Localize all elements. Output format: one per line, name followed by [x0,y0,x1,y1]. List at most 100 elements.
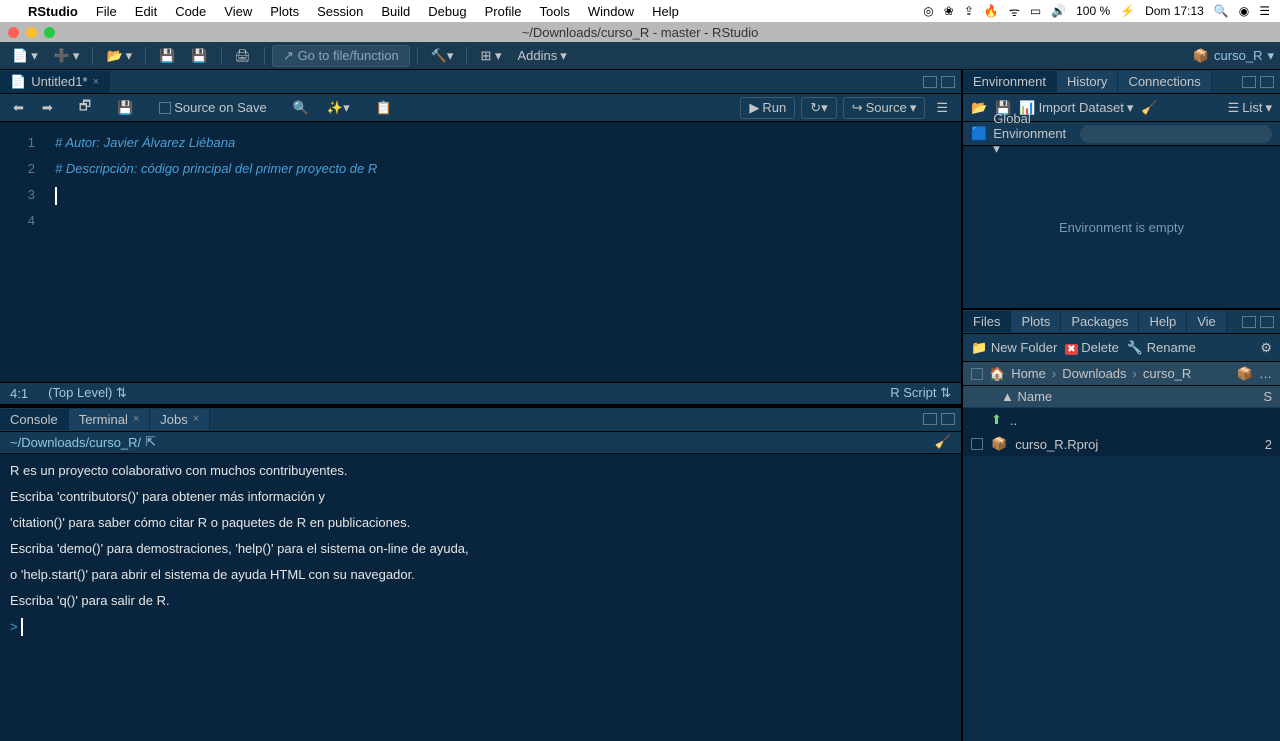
spotlight-icon[interactable]: 🔍 [1214,4,1229,18]
project-menu[interactable]: 📦curso_R ▾ [1193,48,1274,64]
minimize-window-button[interactable] [26,27,37,38]
env-empty-message: Environment is empty [963,146,1280,308]
env-search-input[interactable] [1080,125,1272,143]
source-button[interactable]: ↪ Source ▾ [843,97,926,119]
cursor-position[interactable]: 4:1 [10,386,28,401]
close-window-button[interactable] [8,27,19,38]
run-button[interactable]: ▶ Run [740,97,795,119]
viewer-tab[interactable]: Vie [1187,311,1227,332]
r-icon[interactable]: 🟦 [971,126,987,142]
maximize-pane-button[interactable] [1260,76,1274,88]
project-icon: 📦 [1237,366,1253,382]
list-view-button[interactable]: ☰ List ▾ [1228,100,1272,116]
source-tab[interactable]: 📄 Untitled1* × [0,71,110,93]
minimize-pane-button[interactable] [923,76,937,88]
outline-button[interactable]: ☰ [931,97,953,119]
minimize-pane-button[interactable] [923,413,937,425]
menu-code[interactable]: Code [175,4,206,19]
file-row-up[interactable]: ⬆ .. [963,408,1280,432]
menu-file[interactable]: File [96,4,117,19]
file-row-rproj[interactable]: 📦 curso_R.Rproj 2 [963,432,1280,456]
menu-build[interactable]: Build [381,4,410,19]
file-type-selector[interactable]: R Script ⇅ [890,385,951,401]
grid-button[interactable]: ⊞ ▾ [474,46,507,66]
new-file-button[interactable]: 📄▾ [6,46,44,66]
build-button[interactable]: 🔨▾ [425,46,460,66]
popout-icon[interactable]: ⇱ [145,434,156,450]
menu-debug[interactable]: Debug [428,4,466,19]
files-tabs: Files Plots Packages Help Vie [963,310,1280,334]
console-pane: Console Terminal × Jobs × ~/Downloads/cu… [0,406,961,741]
connections-tab[interactable]: Connections [1118,71,1211,92]
maximize-pane-button[interactable] [941,76,955,88]
minimize-pane-button[interactable] [1242,316,1256,328]
name-header[interactable]: ▲ Name [1001,389,1263,404]
goto-file-input[interactable]: ↗ Go to file/function [272,45,410,67]
terminal-tab[interactable]: Terminal × [69,409,151,430]
source-toolbar: ⬅ ➡ 🗗 💾 Source on Save 🔍 ✨▾ 📋 ▶ Run ↻▾ ↪… [0,94,961,122]
breadcrumb-downloads[interactable]: Downloads [1062,366,1126,381]
size-header[interactable]: S [1263,389,1272,404]
save-file-button[interactable]: 💾 [112,98,138,118]
console-prompt: > [10,619,18,634]
rerun-button[interactable]: ↻▾ [801,97,836,119]
dropbox-icon: ⇪ [964,4,974,18]
files-tab[interactable]: Files [963,311,1011,332]
console-tab[interactable]: Console [0,409,69,430]
plots-tab[interactable]: Plots [1011,311,1061,332]
menu-plots[interactable]: Plots [270,4,299,19]
back-button[interactable]: ⬅ [8,98,29,118]
more-button[interactable]: ⚙ [1260,340,1272,356]
source-on-save-checkbox[interactable]: Source on Save [154,98,272,117]
wand-button[interactable]: ✨▾ [322,98,355,118]
home-icon[interactable]: 🏠 [989,366,1005,382]
file-checkbox[interactable] [971,438,983,450]
addins-button[interactable]: Addins ▾ [511,46,572,66]
code-editor[interactable]: 1234 # Autor: Javier Álvarez Liébana # D… [0,122,961,382]
maximize-window-button[interactable] [44,27,55,38]
menu-edit[interactable]: Edit [135,4,157,19]
maximize-pane-button[interactable] [1260,316,1274,328]
menu-window[interactable]: Window [588,4,634,19]
clear-console-button[interactable]: 🧹 [935,434,951,450]
environment-tab[interactable]: Environment [963,71,1057,92]
breadcrumb-home[interactable]: Home [1011,366,1046,381]
menu-profile[interactable]: Profile [485,4,522,19]
app-name[interactable]: RStudio [28,4,78,19]
load-workspace-button[interactable]: 📂 [971,100,987,116]
compile-button[interactable]: 📋 [371,98,397,118]
save-all-button[interactable]: 💾 [185,46,213,66]
clear-workspace-button[interactable]: 🧹 [1141,100,1157,116]
breadcrumb-curso[interactable]: curso_R [1143,366,1191,381]
history-tab[interactable]: History [1057,71,1118,92]
minimize-pane-button[interactable] [1242,76,1256,88]
jobs-tab[interactable]: Jobs × [150,409,210,430]
select-all-checkbox[interactable] [971,368,983,380]
maximize-pane-button[interactable] [941,413,955,425]
print-button[interactable]: 🖨 [229,46,258,66]
display-icon: ▭ [1030,4,1041,18]
control-center-icon[interactable]: ☰ [1259,4,1270,18]
menu-help[interactable]: Help [652,4,679,19]
delete-button[interactable]: ✖ Delete [1065,340,1119,355]
source-tabs: 📄 Untitled1* × [0,70,961,94]
find-button[interactable]: 🔍 [288,98,314,118]
open-file-button[interactable]: 📂▾ [100,46,138,66]
source-statusbar: 4:1 (Top Level) ⇅ R Script ⇅ [0,382,961,404]
scope-selector[interactable]: (Top Level) ⇅ [48,385,127,401]
siri-icon[interactable]: ◉ [1239,4,1249,18]
close-tab-icon[interactable]: × [93,76,99,88]
menu-session[interactable]: Session [317,4,363,19]
menu-view[interactable]: View [224,4,252,19]
new-folder-button[interactable]: 📁 New Folder [971,340,1057,356]
new-project-button[interactable]: ➕▾ [48,46,86,66]
show-in-window-button[interactable]: 🗗 [74,95,96,121]
console-output[interactable]: R es un proyecto colaborativo con muchos… [0,454,961,741]
forward-button[interactable]: ➡ [37,98,58,118]
packages-tab[interactable]: Packages [1061,311,1139,332]
menu-tools[interactable]: Tools [539,4,569,19]
more-path-button[interactable]: … [1259,366,1272,381]
help-tab[interactable]: Help [1139,311,1187,332]
rename-button[interactable]: 🔧 Rename [1127,340,1196,356]
save-button[interactable]: 💾 [153,46,181,66]
